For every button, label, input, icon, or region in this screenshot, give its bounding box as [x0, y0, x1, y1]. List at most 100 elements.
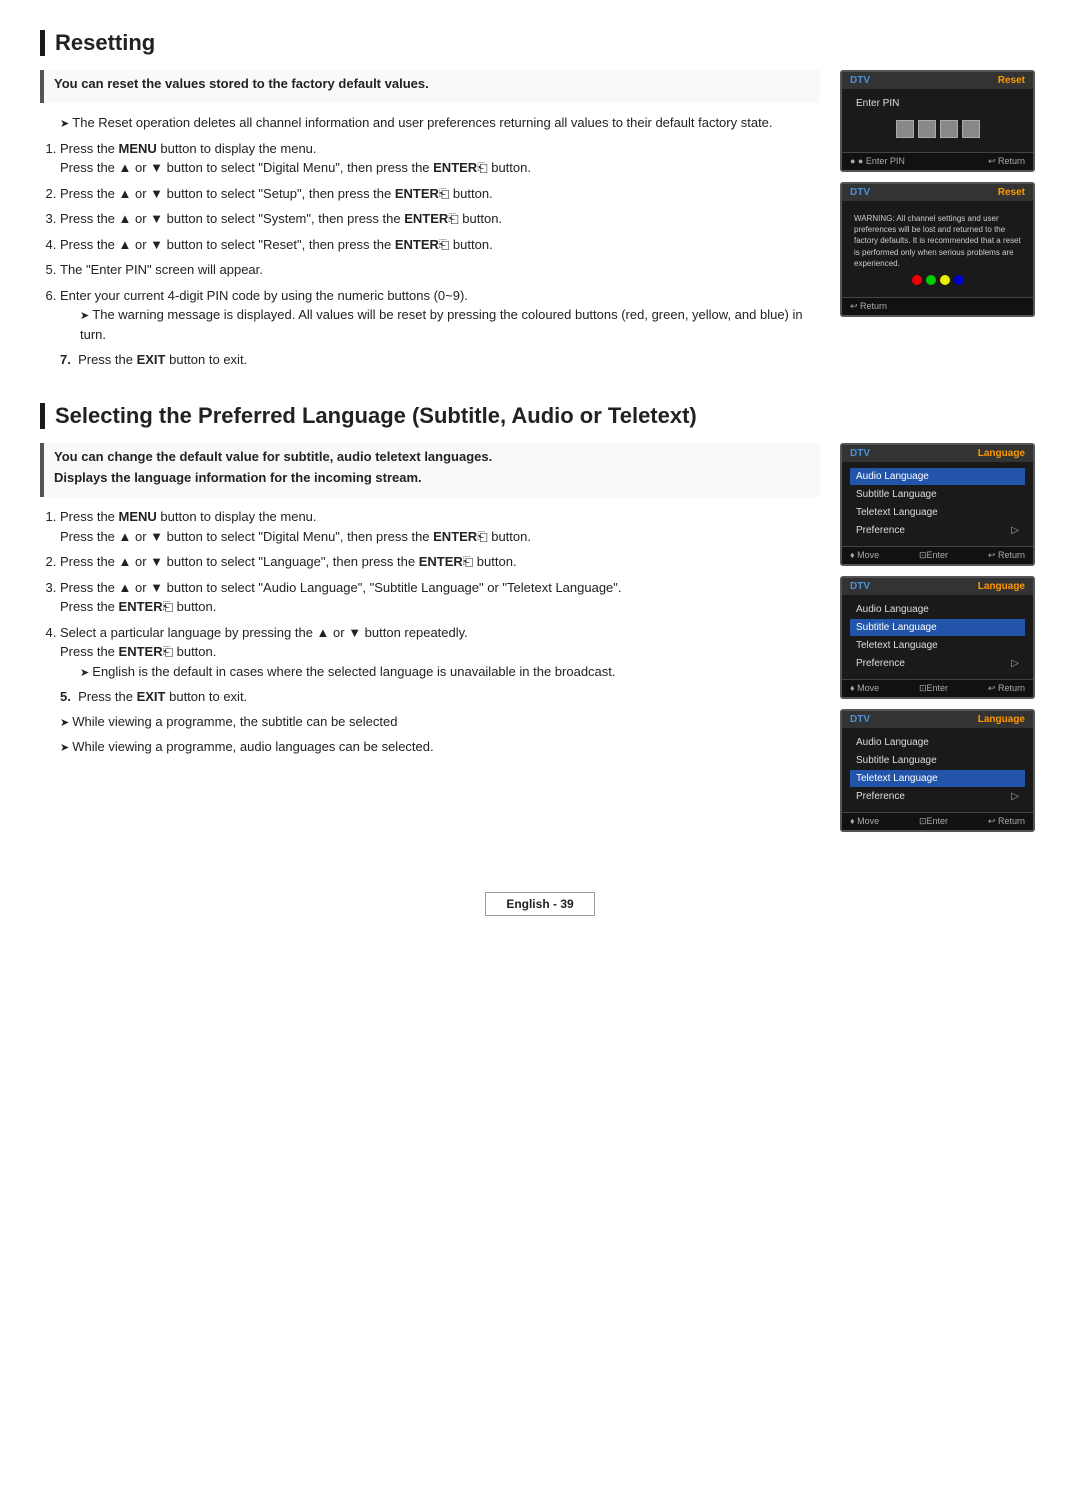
lang-screen1-title: Language [978, 448, 1025, 459]
lang-s2-move: ♦ Move [850, 683, 879, 694]
reset-screen1-footer-left: ● ● Enter PIN [850, 156, 905, 167]
selecting-step4-sub: English is the default in cases where th… [80, 662, 820, 682]
lang-s1-preference: Preference ▷ [850, 522, 1025, 539]
lang-s1-enter: ⊡Enter [919, 550, 948, 561]
reset-screen1-header: DTV Reset [842, 72, 1033, 89]
resetting-arrow-list: The Reset operation deletes all channel … [60, 113, 820, 133]
lang-s2-enter: ⊡Enter [919, 683, 948, 694]
reset-screen2-header: DTV Reset [842, 184, 1033, 201]
lang-s2-teletext: Teletext Language [850, 637, 1025, 654]
selecting-title: Selecting the Preferred Language (Subtit… [40, 403, 1040, 429]
lang-screen1-footer: ♦ Move ⊡Enter ↩ Return [842, 546, 1033, 564]
lang-s3-audio: Audio Language [850, 734, 1025, 751]
lang-screen2-footer: ♦ Move ⊡Enter ↩ Return [842, 679, 1033, 697]
reset-screen1-footer: ● ● Enter PIN ↩ Return [842, 152, 1033, 170]
resetting-screens: DTV Reset Enter PIN ● ● Enter PIN [840, 70, 1040, 373]
resetting-step-4: Press the ▲ or ▼ button to select "Reset… [60, 235, 820, 255]
reset-screen1-title: Reset [998, 75, 1025, 86]
resetting-left: You can reset the values stored to the f… [40, 70, 820, 373]
selecting-step4-sub-1: English is the default in cases where th… [80, 662, 820, 682]
reset-screen1-enter-pin: Enter PIN [850, 95, 1025, 112]
reset-screen-1: DTV Reset Enter PIN ● ● Enter PIN [840, 70, 1035, 172]
selecting-left: You can change the default value for sub… [40, 443, 820, 832]
reset-color-buttons [850, 275, 1025, 285]
selecting-note-2: While viewing a programme, audio languag… [60, 737, 820, 757]
lang-screen-3: DTV Language Audio Language Subtitle Lan… [840, 709, 1035, 832]
lang-s3-move: ♦ Move [850, 816, 879, 827]
selecting-intro-bold1: You can change the default value for sub… [54, 449, 810, 464]
resetting-step6-sub-1: The warning message is displayed. All va… [80, 305, 820, 344]
lang-s3-enter: ⊡Enter [919, 816, 948, 827]
lang-s2-return: ↩ Return [988, 683, 1025, 694]
resetting-step-7: 7. Press the EXIT button to exit. [60, 352, 820, 367]
lang-screen-1: DTV Language Audio Language Subtitle Lan… [840, 443, 1035, 566]
reset-screen1-body: Enter PIN [842, 89, 1033, 152]
pin-boxes [850, 120, 1025, 138]
reset-screen2-title: Reset [998, 187, 1025, 198]
reset-screen2-body: WARNING: All channel settings and user p… [842, 201, 1033, 297]
selecting-step-4: Select a particular language by pressing… [60, 623, 820, 682]
pin-box-2 [918, 120, 936, 138]
resetting-section: Resetting You can reset the values store… [40, 30, 1040, 373]
lang-s1-subtitle: Subtitle Language [850, 486, 1025, 503]
selecting-step-5: 5. Press the EXIT button to exit. [60, 689, 820, 704]
resetting-intro-box: You can reset the values stored to the f… [40, 70, 820, 103]
lang-screen3-footer: ♦ Move ⊡Enter ↩ Return [842, 812, 1033, 830]
reset-screen2-footer-text: ↩ Return [850, 301, 887, 312]
lang-s3-return: ↩ Return [988, 816, 1025, 827]
lang-s1-return: ↩ Return [988, 550, 1025, 561]
resetting-step-1: Press the MENU button to display the men… [60, 139, 820, 178]
resetting-steps-list: Press the MENU button to display the men… [60, 139, 820, 345]
selecting-step-2: Press the ▲ or ▼ button to select "Langu… [60, 552, 820, 572]
selecting-intro-bold2: Displays the language information for th… [54, 470, 810, 485]
selecting-arrow-notes: While viewing a programme, the subtitle … [60, 712, 820, 756]
reset-screen-2: DTV Reset WARNING: All channel settings … [840, 182, 1035, 317]
resetting-arrow-item-1: The Reset operation deletes all channel … [60, 113, 820, 133]
pin-box-1 [896, 120, 914, 138]
pin-box-4 [962, 120, 980, 138]
lang-screen2-body: Audio Language Subtitle Language Teletex… [842, 595, 1033, 679]
lang-screen2-title: Language [978, 581, 1025, 592]
resetting-step-6: Enter your current 4-digit PIN code by u… [60, 286, 820, 345]
selecting-note-1: While viewing a programme, the subtitle … [60, 712, 820, 732]
yellow-btn [940, 275, 950, 285]
reset-screen2-warning: WARNING: All channel settings and user p… [854, 213, 1021, 269]
lang-screen3-dtv: DTV [850, 714, 870, 725]
reset-screen1-footer-right: ↩ Return [988, 156, 1025, 167]
lang-s3-subtitle: Subtitle Language [850, 752, 1025, 769]
lang-s3-preference: Preference ▷ [850, 788, 1025, 805]
green-btn [926, 275, 936, 285]
lang-screen1-body: Audio Language Subtitle Language Teletex… [842, 462, 1033, 546]
lang-s2-preference: Preference ▷ [850, 655, 1025, 672]
lang-screen1-header: DTV Language [842, 445, 1033, 462]
pin-box-3 [940, 120, 958, 138]
lang-screen-2: DTV Language Audio Language Subtitle Lan… [840, 576, 1035, 699]
resetting-title: Resetting [40, 30, 1040, 56]
blue-btn [954, 275, 964, 285]
lang-screen1-dtv: DTV [850, 448, 870, 459]
reset-screen1-dtv: DTV [850, 75, 870, 86]
selecting-steps-list: Press the MENU button to display the men… [60, 507, 820, 681]
selecting-row: You can change the default value for sub… [40, 443, 1040, 832]
lang-s2-subtitle: Subtitle Language [850, 619, 1025, 636]
selecting-step-1: Press the MENU button to display the men… [60, 507, 820, 546]
resetting-intro-bold: You can reset the values stored to the f… [54, 76, 810, 91]
selecting-section: Selecting the Preferred Language (Subtit… [40, 403, 1040, 832]
selecting-step-3: Press the ▲ or ▼ button to select "Audio… [60, 578, 820, 617]
resetting-step6-sub: The warning message is displayed. All va… [80, 305, 820, 344]
reset-screen2-dtv: DTV [850, 187, 870, 198]
resetting-step-3: Press the ▲ or ▼ button to select "Syste… [60, 209, 820, 229]
lang-s2-audio: Audio Language [850, 601, 1025, 618]
resetting-row: You can reset the values stored to the f… [40, 70, 1040, 373]
page-footer-wrapper: English - 39 [40, 862, 1040, 916]
lang-screen2-dtv: DTV [850, 581, 870, 592]
lang-s1-move: ♦ Move [850, 550, 879, 561]
lang-s3-teletext: Teletext Language [850, 770, 1025, 787]
resetting-step-2: Press the ▲ or ▼ button to select "Setup… [60, 184, 820, 204]
lang-s1-teletext: Teletext Language [850, 504, 1025, 521]
lang-s1-audio: Audio Language [850, 468, 1025, 485]
lang-screen3-header: DTV Language [842, 711, 1033, 728]
resetting-step-5: The "Enter PIN" screen will appear. [60, 260, 820, 280]
selecting-screens: DTV Language Audio Language Subtitle Lan… [840, 443, 1040, 832]
lang-screen3-title: Language [978, 714, 1025, 725]
